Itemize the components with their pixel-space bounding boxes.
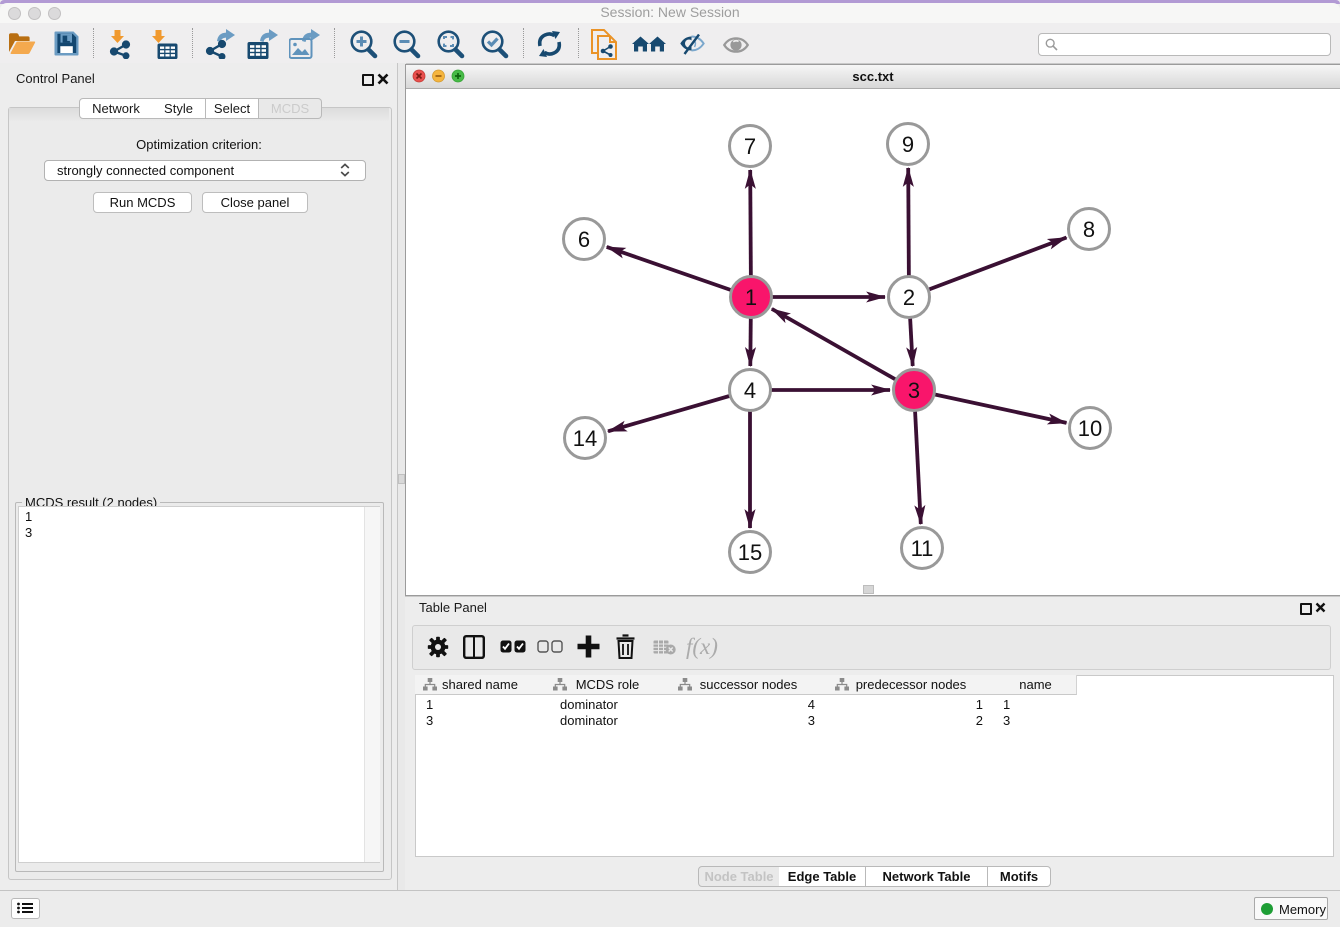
svg-text:10: 10 — [1078, 416, 1102, 441]
svg-text:6: 6 — [578, 227, 590, 252]
svg-text:2: 2 — [903, 285, 915, 310]
svg-text:11: 11 — [911, 536, 934, 561]
svg-text:4: 4 — [744, 378, 756, 403]
svg-text:15: 15 — [738, 540, 762, 565]
svg-text:14: 14 — [573, 426, 597, 451]
svg-text:3: 3 — [908, 378, 920, 403]
svg-text:9: 9 — [902, 132, 914, 157]
svg-text:7: 7 — [744, 134, 756, 159]
svg-text:8: 8 — [1083, 217, 1095, 242]
svg-text:1: 1 — [745, 285, 757, 310]
